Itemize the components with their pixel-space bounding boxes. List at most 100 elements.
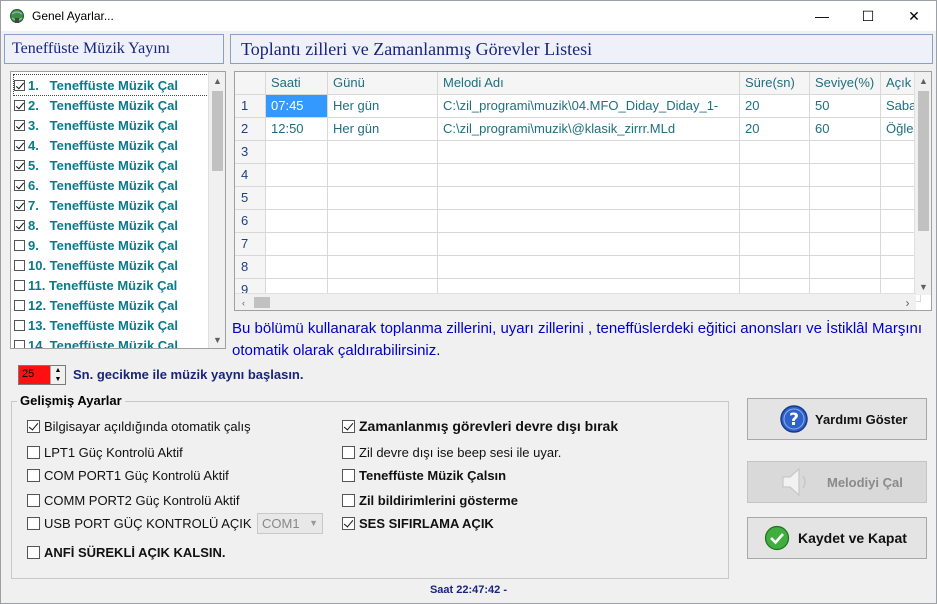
list-item-checkbox[interactable] bbox=[14, 279, 25, 291]
grid-vscroll-thumb[interactable] bbox=[918, 91, 929, 231]
grid-cell-gunu[interactable] bbox=[328, 210, 438, 233]
play-melody-button[interactable]: Melodiyi Çal bbox=[747, 461, 927, 503]
option-checkbox[interactable]: ANFİ SÜREKLİ AÇIK KALSIN. bbox=[27, 543, 226, 561]
grid-row-number[interactable]: 4 bbox=[235, 164, 266, 187]
grid-vertical-scrollbar[interactable]: ▲ ▼ bbox=[914, 72, 931, 295]
checkbox-box[interactable] bbox=[27, 419, 40, 433]
list-item-checkbox[interactable] bbox=[14, 119, 25, 131]
grid-cell-melodi[interactable] bbox=[438, 210, 740, 233]
grid-cell-melodi[interactable] bbox=[438, 187, 740, 210]
minimize-button[interactable]: — bbox=[799, 1, 845, 31]
list-item[interactable]: 13. Teneffüste Müzik Çal bbox=[14, 315, 178, 335]
list-item[interactable]: 9. Teneffüste Müzik Çal bbox=[14, 235, 178, 255]
option-checkbox[interactable]: COMM PORT2 Güç Kontrolü Aktif bbox=[27, 491, 240, 509]
grid-cell-melodi[interactable]: C:\zil_programi\muzik\04.MFO_Diday_Diday… bbox=[438, 95, 740, 118]
grid-cell-gunu[interactable] bbox=[328, 187, 438, 210]
grid-cell-melodi[interactable] bbox=[438, 164, 740, 187]
grid-cell-seviye[interactable]: 50 bbox=[810, 95, 881, 118]
grid-cell-saati[interactable] bbox=[266, 233, 328, 256]
grid-cell-saati[interactable]: 12:50 bbox=[266, 118, 328, 141]
list-item-checkbox[interactable] bbox=[14, 339, 25, 348]
list-item-checkbox[interactable] bbox=[14, 159, 25, 171]
grid-cell-sure[interactable] bbox=[740, 187, 810, 210]
grid-scroll-left-icon[interactable]: ‹ bbox=[235, 294, 252, 310]
grid-cell-seviye[interactable] bbox=[810, 210, 881, 233]
grid-cell-melodi[interactable]: C:\zil_programi\muzik\@klasik_zirrr.MLd bbox=[438, 118, 740, 141]
list-item[interactable]: 4. Teneffüste Müzik Çal bbox=[14, 135, 178, 155]
list-item[interactable]: 11. Teneffüste Müzik Çal bbox=[14, 275, 177, 295]
delay-value[interactable]: 25 bbox=[22, 368, 34, 380]
grid-cell-sure[interactable] bbox=[740, 164, 810, 187]
grid-row-number[interactable]: 1 bbox=[235, 95, 266, 118]
option-checkbox[interactable]: Zil bildirimlerini gösterme bbox=[342, 491, 518, 509]
checkbox-box[interactable] bbox=[27, 493, 40, 507]
list-item[interactable]: 6. Teneffüste Müzik Çal bbox=[14, 175, 178, 195]
grid-cell-seviye[interactable] bbox=[810, 187, 881, 210]
grid-column-header[interactable]: Saati bbox=[266, 72, 328, 95]
grid-row-number[interactable]: 6 bbox=[235, 210, 266, 233]
grid-cell-gunu[interactable]: Her gün bbox=[328, 95, 438, 118]
list-item[interactable]: 7. Teneffüste Müzik Çal bbox=[14, 195, 178, 215]
grid-cell-sure[interactable] bbox=[740, 210, 810, 233]
grid-cell-melodi[interactable] bbox=[438, 141, 740, 164]
list-item-checkbox[interactable] bbox=[14, 179, 25, 191]
list-scrollbar[interactable]: ▲ ▼ bbox=[208, 72, 225, 348]
grid-row-number[interactable]: 8 bbox=[235, 256, 266, 279]
checkbox-box[interactable] bbox=[342, 493, 355, 507]
grid-cell-saati[interactable] bbox=[266, 164, 328, 187]
checkbox-box[interactable] bbox=[27, 516, 40, 530]
grid-cell-gunu[interactable] bbox=[328, 256, 438, 279]
option-checkbox[interactable]: COM PORT1 Güç Kontrolü Aktif bbox=[27, 466, 229, 484]
list-item-checkbox[interactable] bbox=[14, 79, 25, 91]
list-item[interactable]: 12. Teneffüste Müzik Çal bbox=[14, 295, 178, 315]
list-item[interactable]: 10. Teneffüste Müzik Çal bbox=[14, 255, 178, 275]
grid-row-number[interactable]: 3 bbox=[235, 141, 266, 164]
list-item-checkbox[interactable] bbox=[14, 319, 25, 331]
grid-cell-gunu[interactable] bbox=[328, 164, 438, 187]
grid-cell-sure[interactable] bbox=[740, 256, 810, 279]
option-checkbox[interactable]: LPT1 Güç Kontrolü Aktif bbox=[27, 443, 183, 461]
grid-scroll-up-icon[interactable]: ▲ bbox=[915, 72, 931, 89]
list-item-checkbox[interactable] bbox=[14, 99, 25, 111]
grid-column-header[interactable]: Süre(sn) bbox=[740, 72, 810, 95]
list-item-checkbox[interactable] bbox=[14, 199, 25, 211]
list-item-checkbox[interactable] bbox=[14, 239, 25, 251]
list-item[interactable]: 1. Teneffüste Müzik Çal bbox=[13, 74, 209, 96]
option-checkbox[interactable]: Teneffüste Müzik Çalsın bbox=[342, 466, 506, 484]
checkbox-box[interactable] bbox=[342, 445, 355, 459]
list-item-checkbox[interactable] bbox=[14, 259, 25, 271]
option-checkbox[interactable]: Zil devre dışı ise beep sesi ile uyar. bbox=[342, 443, 561, 461]
delay-spinner[interactable]: 25 ▲ ▼ bbox=[18, 365, 66, 385]
option-checkbox[interactable]: USB PORT GÜÇ KONTROLÜ AÇIK bbox=[27, 514, 252, 532]
grid-cell-melodi[interactable] bbox=[438, 233, 740, 256]
grid-cell-saati[interactable] bbox=[266, 256, 328, 279]
list-item[interactable]: 8. Teneffüste Müzik Çal bbox=[14, 215, 178, 235]
grid-scroll-right-icon[interactable]: › bbox=[899, 294, 916, 310]
grid-cell-gunu[interactable] bbox=[328, 233, 438, 256]
grid-cell-sure[interactable]: 20 bbox=[740, 95, 810, 118]
list-item[interactable]: 3. Teneffüste Müzik Çal bbox=[14, 115, 178, 135]
grid-cell-saati[interactable] bbox=[266, 187, 328, 210]
grid-column-header[interactable] bbox=[235, 72, 266, 95]
scroll-up-arrow-icon[interactable]: ▲ bbox=[209, 72, 225, 89]
option-checkbox[interactable]: Bilgisayar açıldığında otomatik çalış bbox=[27, 417, 251, 435]
grid-hscroll-thumb[interactable] bbox=[254, 297, 270, 308]
checkbox-box[interactable] bbox=[27, 445, 40, 459]
grid-cell-seviye[interactable]: 60 bbox=[810, 118, 881, 141]
save-close-button[interactable]: Kaydet ve Kapat bbox=[747, 517, 927, 559]
grid-cell-seviye[interactable] bbox=[810, 164, 881, 187]
maximize-button[interactable]: ☐ bbox=[845, 1, 891, 31]
checkbox-box[interactable] bbox=[342, 419, 355, 433]
grid-row-number[interactable]: 7 bbox=[235, 233, 266, 256]
spinner-down-icon[interactable]: ▼ bbox=[51, 375, 65, 384]
spinner-up-icon[interactable]: ▲ bbox=[51, 366, 65, 375]
grid-cell-seviye[interactable] bbox=[810, 141, 881, 164]
help-button[interactable]: ? Yardımı Göster bbox=[747, 398, 927, 440]
com-port-select[interactable]: COM1 ▼ bbox=[257, 513, 323, 534]
tasks-grid[interactable]: Saati Günü Melodi Adı Süre(sn) Seviye(%) Açık… bbox=[234, 71, 932, 311]
grid-scroll-down-icon[interactable]: ▼ bbox=[915, 278, 931, 295]
scroll-down-arrow-icon[interactable]: ▼ bbox=[209, 331, 225, 348]
grid-row-number[interactable]: 5 bbox=[235, 187, 266, 210]
grid-column-header[interactable]: Melodi Adı bbox=[438, 72, 740, 95]
list-item[interactable]: 5. Teneffüste Müzik Çal bbox=[14, 155, 178, 175]
